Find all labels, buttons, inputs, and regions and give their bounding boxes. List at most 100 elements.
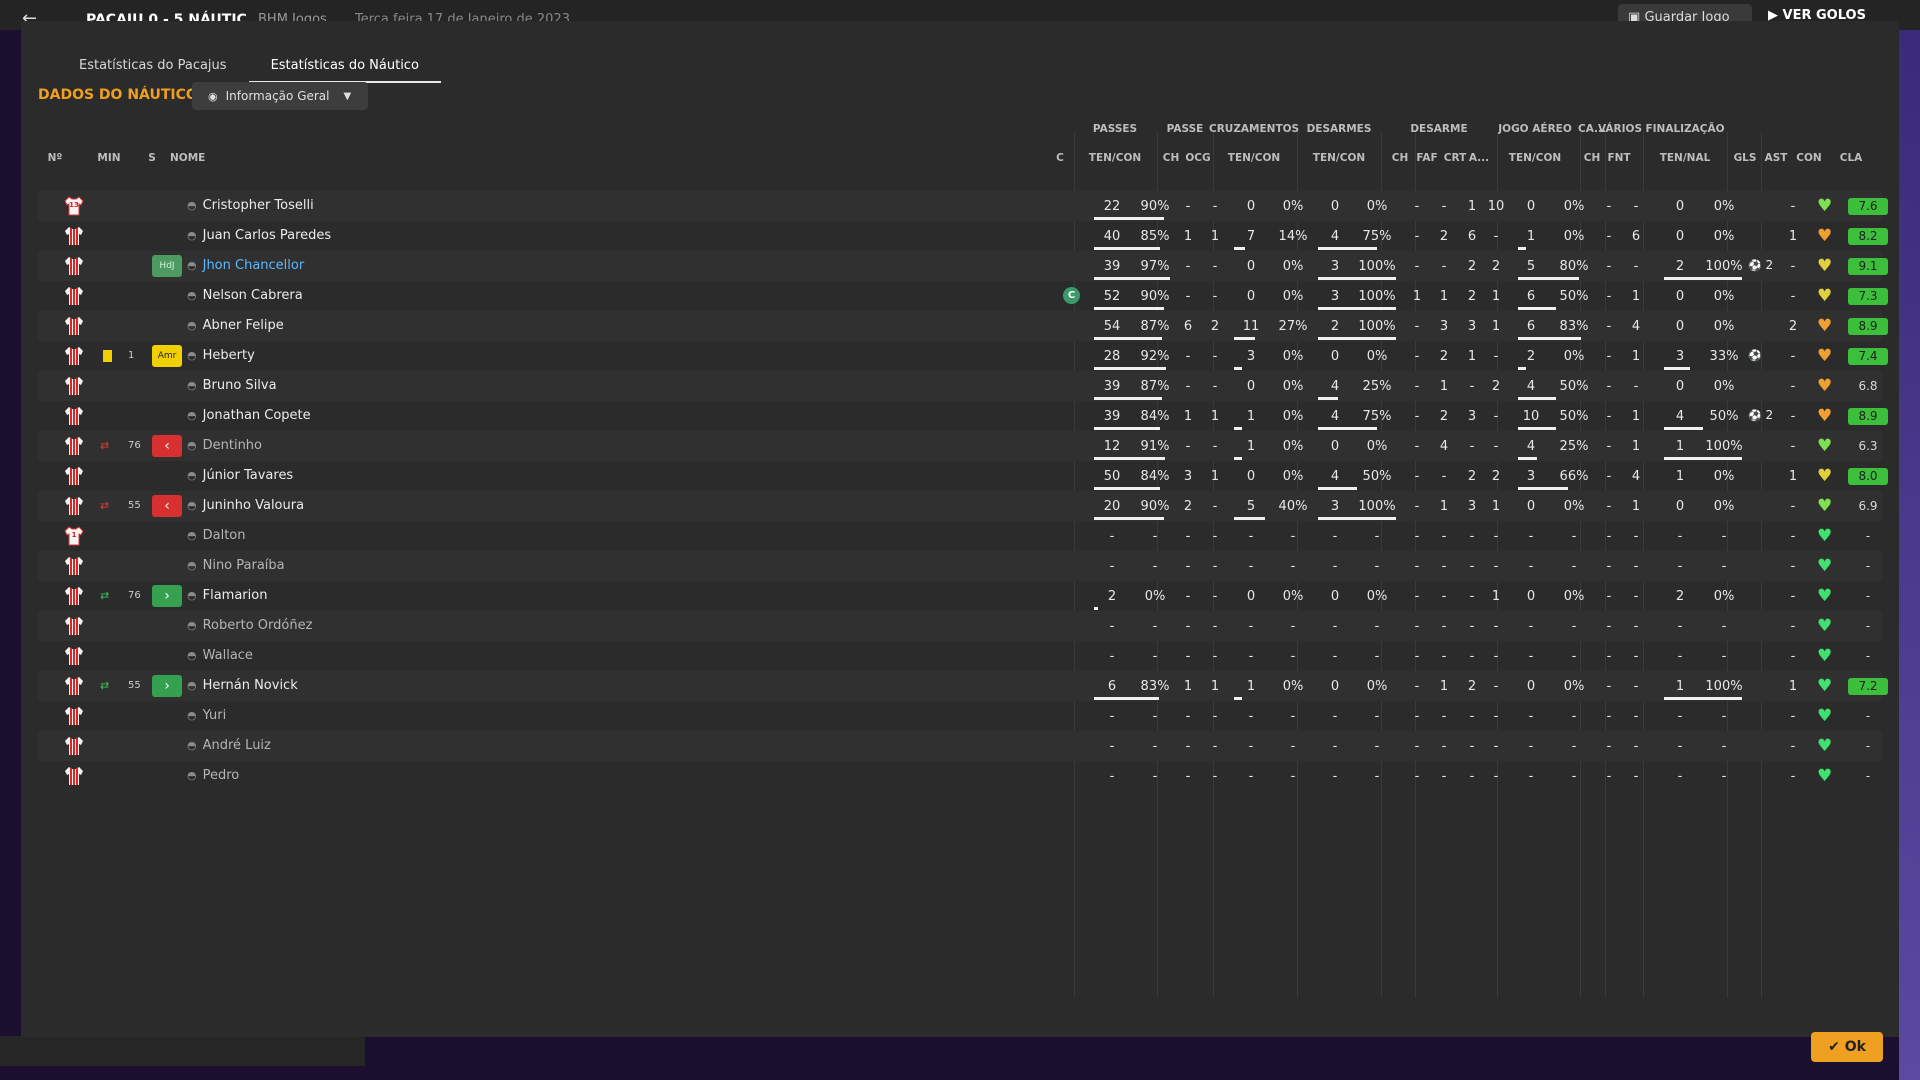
table-row[interactable]: ◓ Jonathan Copete 39 84% 1 1 1 0% 4 75% - 2 3 - 10 50% -… <box>38 401 1888 431</box>
player-name[interactable]: ◓ Jhon Chancellor <box>187 258 304 273</box>
player-name[interactable]: ◓ Nino Paraíba <box>187 558 285 573</box>
stat-cell: 2 <box>1467 679 1477 694</box>
stat-cell: 7 <box>1246 229 1256 244</box>
table-row[interactable]: ◓ André Luiz - - - - - - - - - - - - - - - - - - - ♥ - <box>38 731 1882 761</box>
stat-cell: 100% <box>1705 679 1743 694</box>
stat-cell: 100% <box>1705 259 1743 274</box>
table-row[interactable]: ◓ Pedro - - - - - - - - - - - - - - - - - - - ♥ - <box>38 761 1882 791</box>
table-row[interactable]: ◓ Roberto Ordóñez - - - - - - - - - - - - - - - - - - - ♥ - <box>38 611 1882 641</box>
player-name[interactable]: ◓ Heberty <box>187 348 255 363</box>
stat-cell: - <box>1469 619 1475 634</box>
table-row[interactable]: ◓ Nino Paraíba - - - - - - - - - - - - - - - - - - - ♥ - <box>38 551 1882 581</box>
stat-cell: - <box>1493 439 1499 454</box>
table-row[interactable]: ◓ Wallace - - - - - - - - - - - - - - - - - - - ♥ - <box>38 641 1882 671</box>
success-bar <box>1094 277 1170 280</box>
condition-heart-icon: ♥ <box>1817 736 1833 756</box>
stat-cell: 3 <box>1330 499 1340 514</box>
table-row[interactable]: ⇄ 76 › ◓ Flamarion 2 0% - - 0 0% 0 0% - - - 1 0 0% - - 2 0% - ♥ - <box>38 581 1882 611</box>
stat-cell: - <box>1109 709 1115 724</box>
stat-cell: 83% <box>1140 679 1170 694</box>
stat-cell: 1 <box>1210 409 1220 424</box>
goals-count: 2 <box>1761 408 1774 422</box>
player-name[interactable]: ◓ Cristopher Toselli <box>187 198 314 213</box>
table-row[interactable]: ◓ Júnior Tavares 50 84% 3 1 0 0% 4 50% - - 2 2 3 66% - 4 1… <box>38 461 1888 491</box>
table-row[interactable]: ⇄ 55 ‹ ◓ Juninho Valoura 20 90% 2-5 40% 3 100% -1 3 1… <box>38 491 1882 521</box>
stat-cell: - <box>1571 649 1577 664</box>
stat-cell: 40 <box>1103 229 1121 244</box>
table-row[interactable]: 13 ◓ Cristopher Toselli 22 90% - -0 0% 0 0% - -1 10 0… <box>38 191 1888 221</box>
table-row[interactable]: 1 ◓ Dalton - - - - - - - - - - - - - - - - - - - ♥ - <box>38 521 1882 551</box>
stat-cell: - <box>1414 589 1420 604</box>
table-row[interactable]: ⇄ 76 ‹ ◓ Dentinho 12 91% - -1 0% 0 0% -4- -4 25% -1 1 100… <box>38 431 1882 461</box>
stat-cell: 1 <box>1467 199 1477 214</box>
success-bar <box>1094 337 1162 340</box>
player-name[interactable]: ◓ Roberto Ordóñez <box>187 618 312 633</box>
success-bar <box>1094 487 1160 490</box>
success-bar <box>1518 277 1579 280</box>
success-bar <box>1518 307 1556 310</box>
player-name[interactable]: ◓ Hernán Novick <box>187 678 298 693</box>
stat-cell: 1 <box>1246 439 1256 454</box>
header-min: MIN <box>97 152 121 164</box>
shirt-icon <box>63 765 85 787</box>
player-name[interactable]: ◓ Juninho Valoura <box>187 498 304 513</box>
table-row[interactable]: ◓ Juan Carlos Paredes 40 85% 1 1 7 14% 4 75% - 2 6 - 1… <box>38 221 1888 251</box>
player-name[interactable]: ◓ Jonathan Copete <box>187 408 311 423</box>
stat-cell: 0 <box>1526 499 1536 514</box>
tab-nautico-stats[interactable]: Estatísticas do Náutico <box>248 49 441 83</box>
player-name[interactable]: ◓ Pedro <box>187 768 239 783</box>
minute-value: 55 <box>128 680 141 691</box>
tab-pacajus-stats[interactable]: Estatísticas do Pacajus <box>57 49 249 83</box>
stat-cell: 0% <box>1282 469 1304 484</box>
stat-cell: 0 <box>1675 199 1685 214</box>
player-name[interactable]: ◓ Dentinho <box>187 438 262 453</box>
sub-out-badge: ‹ <box>152 435 182 457</box>
table-row[interactable]: ⇄ 55 › ◓ Hernán Novick 6 83% 1 1 1 0% 0 0% - 1 2 - 0 0% - - 1… <box>38 671 1888 701</box>
stat-cell: 3 <box>1467 409 1477 424</box>
stat-cell: - <box>1528 559 1534 574</box>
player-name[interactable]: ◓ Dalton <box>187 528 246 543</box>
ok-button[interactable]: ✔ Ok <box>1811 1032 1883 1062</box>
header-con: CON <box>1796 152 1822 164</box>
stat-cell: - <box>1571 559 1577 574</box>
stat-cell: - <box>1790 349 1796 364</box>
player-name[interactable]: ◓ Wallace <box>187 648 253 663</box>
player-name[interactable]: ◓ Flamarion <box>187 588 267 603</box>
stat-cell: 1 <box>1491 319 1501 334</box>
view-dropdown[interactable]: ◉ Informação Geral ▼ <box>192 82 368 110</box>
stat-cell: - <box>1633 739 1639 754</box>
stat-cell: - <box>1212 589 1218 604</box>
condition-heart-icon: ♥ <box>1817 286 1833 306</box>
table-row[interactable]: HdJ ◓ Jhon Chancellor 39 97% - -0 0% 3 100% - -2 2 5 8… <box>38 251 1888 281</box>
player-name[interactable]: ◓ Bruno Silva <box>187 378 277 393</box>
player-name[interactable]: ◓ Yuri <box>187 708 226 723</box>
table-row[interactable]: ◓ Yuri - - - - - - - - - - - - - - - - - - - ♥ - <box>38 701 1882 731</box>
table-row[interactable]: ◓ Bruno Silva 39 87% - -0 0% 4 25% -1-2 4 50% - -0 0% -… <box>38 371 1882 401</box>
player-name[interactable]: ◓ Nelson Cabrera <box>187 288 303 303</box>
shirt-icon <box>63 375 85 397</box>
stat-cell: - <box>1248 619 1254 634</box>
stat-cell: 4 <box>1330 469 1340 484</box>
stat-cell: 6 <box>1526 319 1536 334</box>
success-bar <box>1518 487 1569 490</box>
stat-cell: 0% <box>1282 199 1304 214</box>
player-name[interactable]: ◓ André Luiz <box>187 738 271 753</box>
player-name[interactable]: ◓ Abner Felipe <box>187 318 284 333</box>
table-row[interactable]: 1 Amr ◓ Heberty 28 92% - -3 0% 0 0% -2 1-2 0% -1 3 33% ⚽ -… <box>38 341 1888 371</box>
player-name-text: André Luiz <box>202 738 271 753</box>
player-name[interactable]: ◓ Júnior Tavares <box>187 468 293 483</box>
stat-cell: 92% <box>1140 349 1170 364</box>
header-jogo-aereo: JOGO AÉREO <box>1498 123 1572 135</box>
table-row[interactable]: C ◓ Nelson Cabrera 52 90% - -0 0% 3 100% 1 1 2 1 6 50% -… <box>38 281 1888 311</box>
stat-cell: 80% <box>1559 259 1589 274</box>
stat-cell: - <box>1109 529 1115 544</box>
stat-cell: - <box>1441 469 1447 484</box>
table-row[interactable]: ◓ Abner Felipe 54 87% 6 2 11 27% 2 100% -3 3 1 6 83% -4… <box>38 311 1888 341</box>
stat-cell: - <box>1790 619 1796 634</box>
stat-cell: 0 <box>1330 439 1340 454</box>
captain-badge: C <box>1063 287 1080 304</box>
person-icon: ◓ <box>187 229 197 242</box>
player-name[interactable]: ◓ Juan Carlos Paredes <box>187 228 331 243</box>
stat-cell: - <box>1571 619 1577 634</box>
player-name-text: Flamarion <box>202 588 268 603</box>
